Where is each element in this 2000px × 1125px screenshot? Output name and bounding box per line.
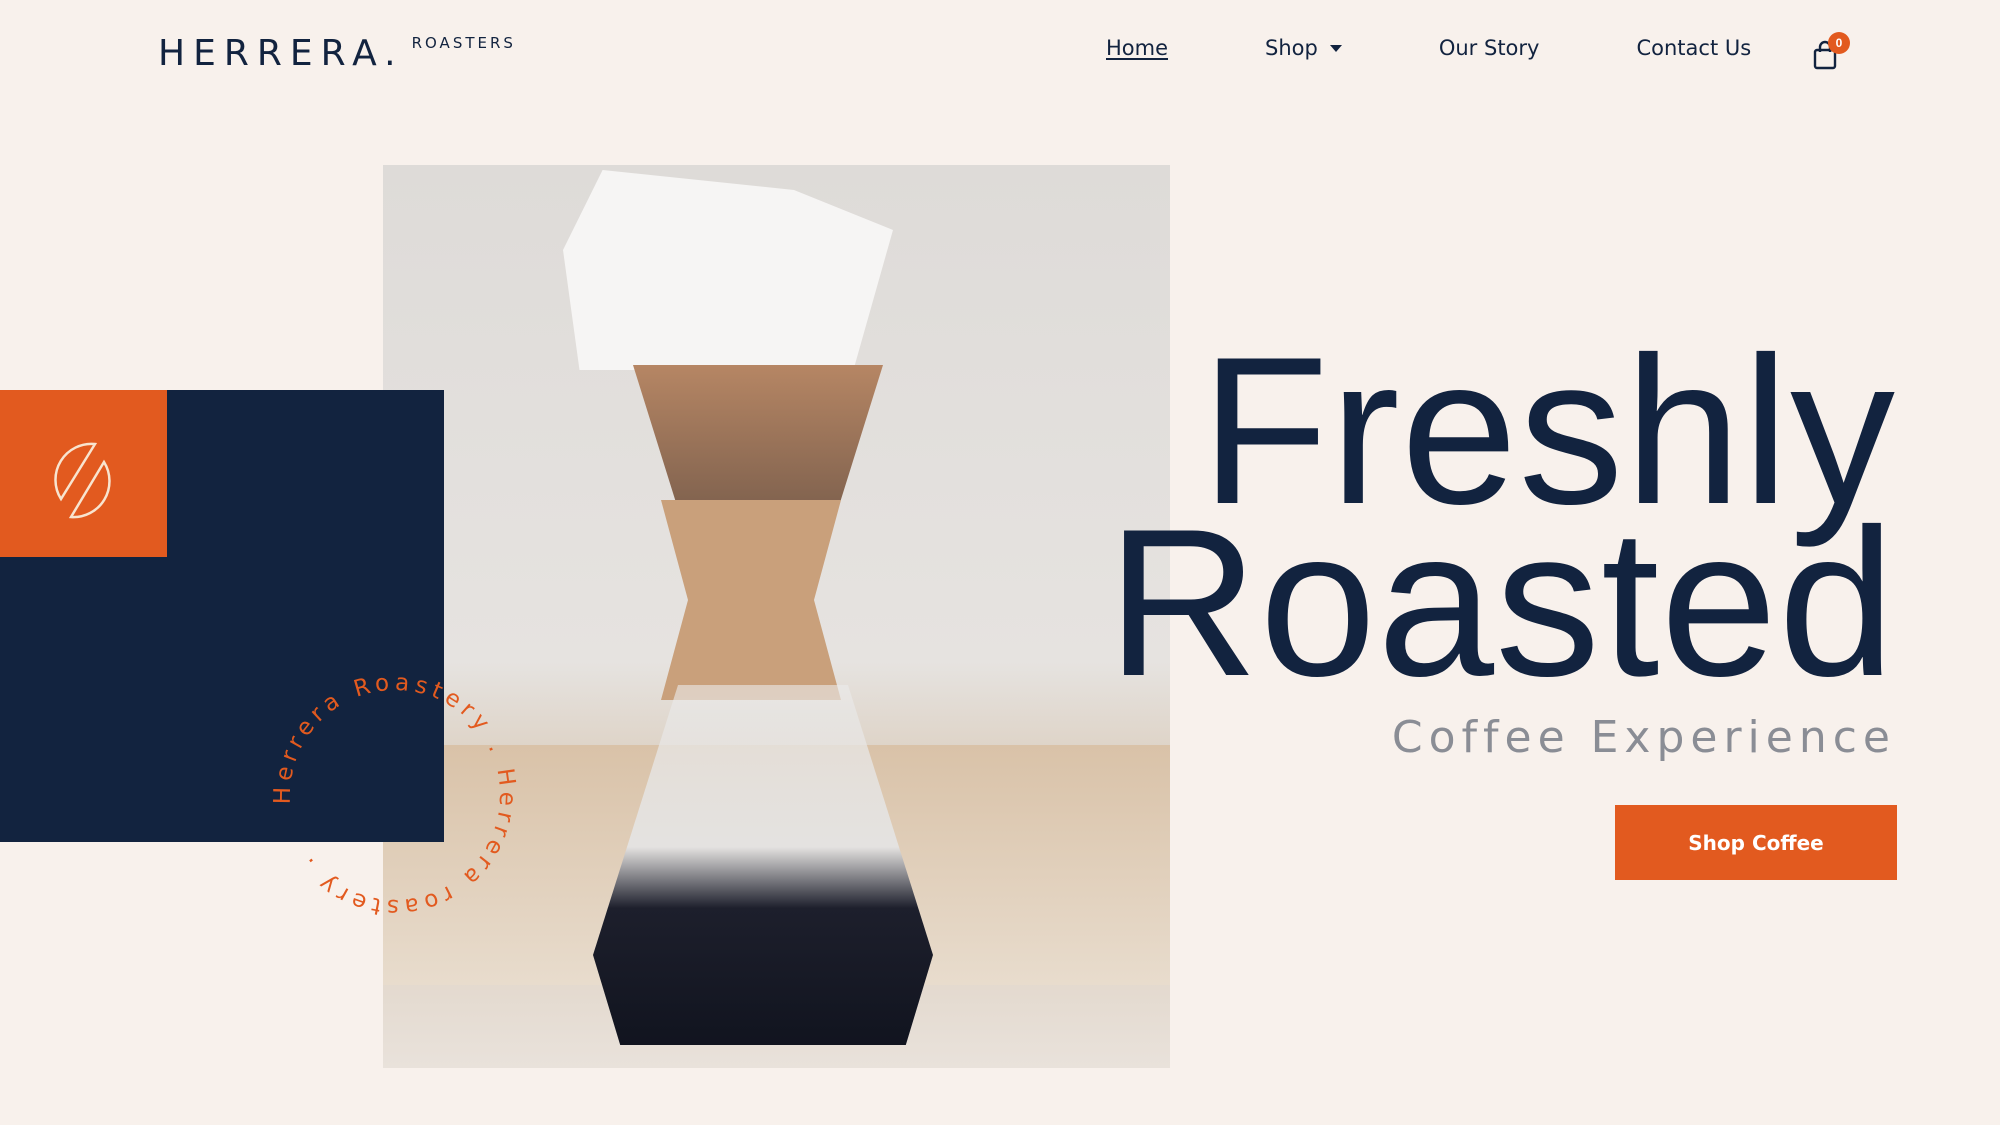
caret-down-icon: [1329, 44, 1342, 52]
badge-ring-text: Herrera Roastery . Herrera roastery .: [260, 660, 530, 930]
nav-item-our-story[interactable]: Our Story: [1439, 36, 1540, 60]
circular-badge-text: Herrera Roastery . Herrera roastery .: [260, 660, 530, 930]
nav-item-shop[interactable]: Shop: [1265, 36, 1342, 60]
nav-item-shop-label: Shop: [1265, 36, 1318, 60]
brand-logo[interactable]: HERRERA. ROASTERS: [158, 30, 516, 78]
hero-image: [383, 165, 1170, 1068]
emblem-block: [0, 390, 167, 557]
shop-coffee-button[interactable]: Shop Coffee: [1615, 805, 1897, 880]
split-coffee-bean-icon: [54, 442, 111, 519]
image-carafe-body: [593, 685, 933, 1045]
svg-text:Herrera Roastery . Herrera roa: Herrera Roastery . Herrera roastery .: [260, 660, 530, 930]
nav-item-contact-us[interactable]: Contact Us: [1636, 36, 1751, 60]
image-paper-filter: [563, 170, 893, 370]
hero-title: Freshly Roasted: [1106, 326, 1896, 720]
brand-name: HERRERA.: [158, 33, 404, 74]
hero-title-line2: Roasted: [1106, 485, 1896, 720]
brand-subtitle: ROASTERS: [411, 34, 516, 52]
main-nav: Home Shop Our Story Contact Us: [1106, 36, 1751, 60]
nav-item-home[interactable]: Home: [1106, 36, 1168, 60]
cart-count-badge: 0: [1828, 32, 1850, 54]
hero-subtitle: Coffee Experience: [1391, 712, 1896, 763]
image-wood-collar: [661, 500, 841, 700]
cart-button[interactable]: 0: [1810, 30, 1850, 74]
